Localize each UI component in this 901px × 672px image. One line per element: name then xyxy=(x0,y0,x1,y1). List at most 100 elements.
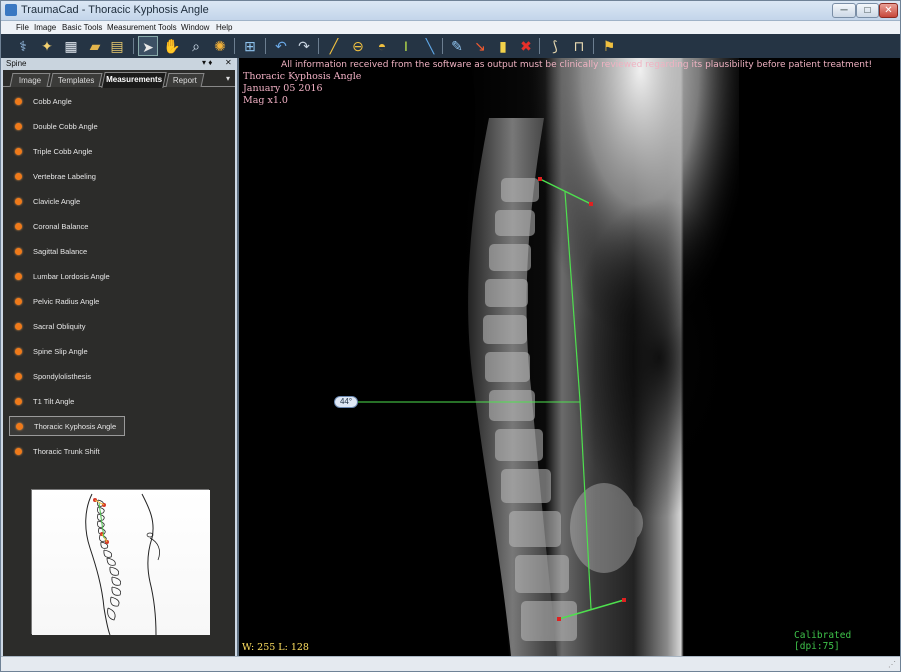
list-item[interactable]: Sacral Obliquity xyxy=(9,317,125,337)
list-item[interactable]: Triple Cobb Angle xyxy=(9,142,125,162)
redo-icon[interactable]: ↷ xyxy=(294,36,314,56)
bullet-icon xyxy=(15,448,22,455)
patient-icon[interactable]: ⚕ xyxy=(13,36,33,56)
endpoint-handle[interactable] xyxy=(538,177,542,181)
open-icon[interactable]: ✦ xyxy=(37,36,57,56)
menu-file[interactable]: File xyxy=(16,23,29,32)
list-item[interactable]: Clavicle Angle xyxy=(9,192,125,212)
list-item[interactable]: Thoracic Trunk Shift xyxy=(9,442,125,462)
brightness-icon[interactable]: ✺ xyxy=(210,36,230,56)
bullet-icon xyxy=(15,173,22,180)
resize-grip-icon[interactable]: ⋰ xyxy=(888,660,896,669)
menu-window[interactable]: Window xyxy=(181,23,209,32)
spine-illustration xyxy=(32,490,210,636)
lower-endplate-line[interactable] xyxy=(558,599,625,620)
clinical-warning-text: All information received from the softwa… xyxy=(281,60,873,70)
list-item[interactable]: Coronal Balance xyxy=(9,217,125,237)
tab-report[interactable]: Report xyxy=(165,73,205,87)
marker-icon[interactable]: ✎ xyxy=(447,36,467,56)
circle-icon[interactable]: ⊖ xyxy=(348,36,368,56)
toolbar-separator xyxy=(539,38,540,54)
panel-pin-button[interactable]: ▾ ♦ xyxy=(202,58,212,67)
tab-measurements[interactable]: Measurements xyxy=(101,72,167,88)
panel-tabs: Image Templates Measurements Report ▾ xyxy=(3,71,235,88)
lower-perpendicular-line xyxy=(579,400,592,610)
bullet-icon xyxy=(15,323,22,330)
bullet-icon xyxy=(15,398,22,405)
panel-title: Spine xyxy=(6,59,27,68)
list-item[interactable]: Vertebrae Labeling xyxy=(9,167,125,187)
tab-templates[interactable]: Templates xyxy=(49,73,103,87)
list-item-selected[interactable]: Thoracic Kyphosis Angle xyxy=(9,416,125,436)
list-item[interactable]: Spondylolisthesis xyxy=(9,367,125,387)
magnification-label: Mag x1.0 xyxy=(243,95,288,106)
arrow-icon[interactable]: ↘ xyxy=(470,36,490,56)
maximize-button[interactable]: □ xyxy=(856,3,879,18)
grid-icon[interactable]: ▦ xyxy=(61,36,81,56)
line-icon[interactable]: ╲ xyxy=(420,36,440,56)
menu-measurement-tools[interactable]: Measurement Tools xyxy=(107,23,177,32)
bullet-icon xyxy=(15,373,22,380)
menu-basic-tools[interactable]: Basic Tools xyxy=(62,23,102,32)
layout-icon[interactable]: ⊞ xyxy=(240,36,260,56)
bullet-icon xyxy=(15,248,22,255)
toolbar-separator xyxy=(593,38,594,54)
endpoint-handle[interactable] xyxy=(557,617,561,621)
bullet-icon xyxy=(15,123,22,130)
list-item[interactable]: Pelvic Radius Angle xyxy=(9,292,125,312)
spine-panel: Spine ▾ ♦ ✕ Image Templates Measurements… xyxy=(3,58,235,666)
list-item[interactable]: Cobb Angle xyxy=(9,92,125,112)
hardware-icon[interactable]: ⊓ xyxy=(569,36,589,56)
menu-help[interactable]: Help xyxy=(216,23,232,32)
window-level-readout: W: 255 L: 128 xyxy=(242,642,309,653)
panel-close-button[interactable]: ✕ xyxy=(225,58,232,67)
undo-icon[interactable]: ↶ xyxy=(271,36,291,56)
bullet-icon xyxy=(15,298,22,305)
xray-viewer[interactable]: All information received from the softwa… xyxy=(237,58,900,656)
close-button[interactable]: ✕ xyxy=(879,3,898,18)
protractor-icon[interactable]: ◓ xyxy=(372,36,392,56)
bullet-icon xyxy=(15,98,22,105)
minimize-button[interactable]: ─ xyxy=(832,3,856,18)
panel-header: Spine ▾ ♦ ✕ xyxy=(3,58,235,70)
window-title: TraumaCad - Thoracic Kyphosis Angle xyxy=(21,4,209,16)
note-icon[interactable]: ▮ xyxy=(493,36,513,56)
list-item[interactable]: T1 Tilt Angle xyxy=(9,392,125,412)
bullet-icon xyxy=(15,148,22,155)
toolbar-separator xyxy=(133,38,134,54)
list-item[interactable]: Double Cobb Angle xyxy=(9,117,125,137)
title-bar: TraumaCad - Thoracic Kyphosis Angle ─ □ … xyxy=(1,1,900,21)
list-item[interactable]: Lumbar Lordosis Angle xyxy=(9,267,125,287)
delete-icon[interactable]: ✖ xyxy=(516,36,536,56)
endpoint-handle[interactable] xyxy=(589,202,593,206)
hand-icon[interactable]: ✋ xyxy=(162,36,182,56)
template-icon[interactable]: ⟆ xyxy=(545,36,565,56)
wizard-icon[interactable]: ⚑ xyxy=(599,36,619,56)
ruler-icon[interactable]: ╱ xyxy=(324,36,344,56)
bullet-icon xyxy=(15,198,22,205)
status-bar: ⋰ xyxy=(1,656,900,671)
list-item[interactable]: Spine Slip Angle xyxy=(9,342,125,362)
upper-perpendicular-line xyxy=(564,191,581,402)
i-beam-icon[interactable]: I xyxy=(396,36,416,56)
save-icon[interactable]: ▤ xyxy=(107,36,127,56)
toolbar-separator xyxy=(442,38,443,54)
tab-image[interactable]: Image xyxy=(9,73,51,87)
measurement-name: Thoracic Kyphosis Angle xyxy=(243,71,362,82)
folder-icon[interactable]: ▰ xyxy=(85,36,105,56)
calibration-status: Calibrated [dpi:75] xyxy=(794,630,852,652)
spine-diagram-preview xyxy=(31,489,210,636)
zoom-icon[interactable]: ⌕ xyxy=(186,36,206,56)
menu-image[interactable]: Image xyxy=(34,23,56,32)
endpoint-handle[interactable] xyxy=(622,598,626,602)
toolbar: ⚕ ✦ ▦ ▰ ▤ ➤ ✋ ⌕ ✺ ⊞ ↶ ↷ ╱ ⊖ ◓ I ╲ ✎ ↘ ▮ … xyxy=(1,34,900,58)
tabs-dropdown-icon[interactable]: ▾ xyxy=(226,74,230,83)
angle-value-badge[interactable]: 44° xyxy=(334,396,358,408)
toolbar-separator xyxy=(318,38,319,54)
study-date: January 05 2016 xyxy=(243,83,323,94)
menu-bar: File Image Basic Tools Measurement Tools… xyxy=(1,21,900,34)
app-icon xyxy=(5,4,17,16)
list-item[interactable]: Sagittal Balance xyxy=(9,242,125,262)
bullet-icon xyxy=(15,273,22,280)
pointer-icon[interactable]: ➤ xyxy=(138,36,158,56)
